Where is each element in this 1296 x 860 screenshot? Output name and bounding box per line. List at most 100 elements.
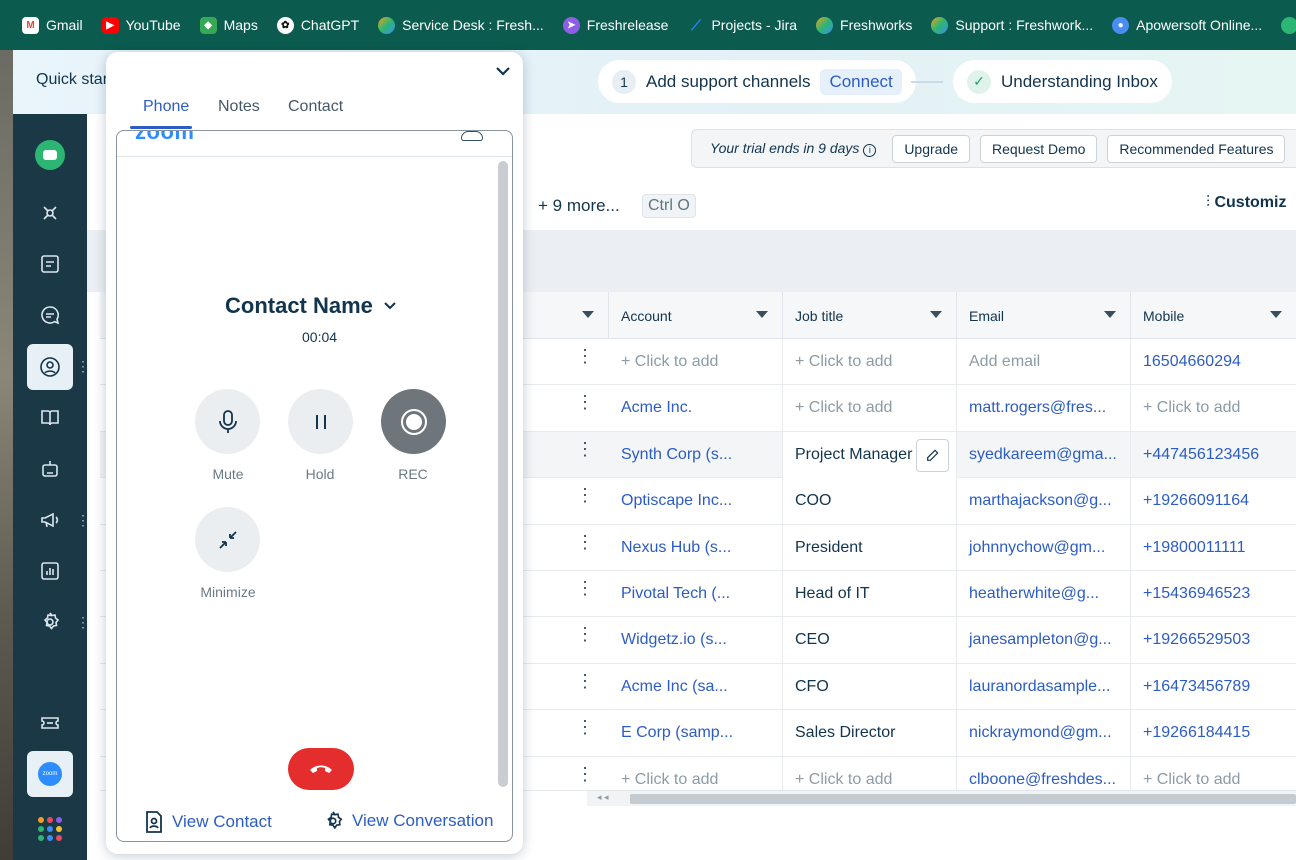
cell-account[interactable]: + Click to add [609, 756, 783, 790]
cell-job-title[interactable]: + Click to add [783, 756, 957, 790]
bookmark-overflow[interactable] [1281, 16, 1296, 34]
edit-pencil-icon[interactable] [916, 438, 949, 472]
cell-email[interactable]: janesampleton@g... [957, 617, 1131, 664]
cell-email[interactable]: johnnychow@gm... [957, 524, 1131, 571]
cell-job-title[interactable]: Head of IT [783, 571, 957, 617]
bookmark-freshworks[interactable]: Freshworks [816, 16, 912, 34]
bookmark-jira[interactable]: ⟋ Projects - Jira [687, 17, 797, 34]
cell-mobile[interactable]: +19266529503 [1131, 617, 1296, 663]
cell-account[interactable]: E Corp (samp... [609, 710, 783, 757]
row-menu-icon[interactable]: ⋮ [576, 625, 594, 643]
row-menu-icon[interactable]: ⋮ [576, 579, 594, 597]
cell-account[interactable]: Nexus Hub (s... [609, 524, 783, 571]
cell-email[interactable]: syedkareem@gma... [957, 431, 1131, 478]
cell-mobile[interactable]: +16473456789 [1131, 664, 1296, 710]
row-menu-icon[interactable]: ⋮ [576, 347, 594, 365]
minimize-button[interactable] [195, 507, 260, 572]
bookmark-chatgpt[interactable]: ✿ ChatGPT [276, 16, 359, 34]
more-options-icon[interactable]: ⋮ [76, 359, 90, 373]
more-options-icon[interactable]: ⋮ [76, 615, 90, 629]
cell-account[interactable]: Optiscape Inc... [609, 478, 783, 525]
column-header-account[interactable]: Account [609, 292, 783, 339]
cell-mobile[interactable]: +15436946523 [1131, 571, 1296, 617]
cell-job-title[interactable]: CFO [783, 663, 957, 710]
scrollbar-thumb[interactable] [630, 794, 1296, 804]
cell-email[interactable]: matt.rogers@fres... [957, 385, 1131, 432]
cell-email[interactable]: nickraymond@gm... [957, 710, 1131, 757]
bookmark-apowersoft[interactable]: ● Apowersoft Online... [1112, 16, 1262, 34]
row-menu-icon[interactable]: ⋮ [576, 393, 594, 411]
cell-job-title[interactable]: President [783, 524, 957, 571]
cell-account[interactable]: Acme Inc. [609, 385, 783, 432]
row-menu-icon[interactable]: ⋮ [576, 486, 594, 504]
sidebar-item-campaigns[interactable] [27, 497, 73, 543]
cell-job-title[interactable]: Sales Director [783, 710, 957, 757]
view-contact-link[interactable]: View Contact [144, 810, 272, 834]
tab-notes[interactable]: Notes [218, 98, 260, 116]
cell-email[interactable]: lauranordasample... [957, 663, 1131, 710]
bookmark-service-desk[interactable]: Service Desk : Fresh... [378, 16, 544, 34]
info-icon[interactable]: i [863, 144, 877, 157]
cell-mobile[interactable]: +447456123456 [1131, 432, 1296, 478]
scroll-left-arrow-icon[interactable]: ◂ ◂ [597, 792, 609, 803]
bookmark-support[interactable]: Support : Freshwork... [931, 16, 1093, 34]
bookmark-freshrelease[interactable]: ➤ Freshrelease [562, 16, 668, 34]
horizontal-scrollbar[interactable]: ◂ ◂ [587, 790, 1296, 806]
cell-job-title[interactable]: + Click to add [783, 339, 957, 385]
column-header-mobile[interactable]: Mobile [1131, 292, 1296, 339]
column-header-job-title[interactable]: Job title [783, 292, 957, 339]
bookmark-youtube[interactable]: ▶ YouTube [101, 16, 181, 34]
tab-phone[interactable]: Phone [143, 98, 189, 116]
upgrade-button[interactable]: Upgrade [892, 134, 971, 163]
onboarding-step-channels[interactable]: 1 Add support channels Connect [598, 60, 916, 103]
cell-job-title[interactable]: CEO [783, 617, 957, 664]
cell-mobile[interactable]: + Click to add [1131, 757, 1296, 790]
cell-email[interactable]: Add email [957, 339, 1131, 385]
cell-account[interactable]: + Click to add [609, 339, 783, 385]
record-button[interactable] [381, 389, 446, 454]
sidebar-item-conversations[interactable] [27, 292, 73, 338]
end-call-button[interactable] [288, 748, 354, 790]
onboarding-step-inbox[interactable]: ✓ Understanding Inbox [953, 60, 1172, 103]
cell-account[interactable]: Pivotal Tech (... [609, 571, 783, 617]
quick-start-label[interactable]: Quick star [36, 71, 108, 89]
mute-button[interactable] [195, 389, 260, 454]
bookmark-maps[interactable]: ◆ Maps [199, 16, 258, 34]
row-menu-icon[interactable]: ⋮ [576, 440, 594, 458]
vertical-scrollbar[interactable] [498, 161, 508, 787]
contact-name-dropdown[interactable]: Contact Name [225, 293, 397, 319]
request-demo-button[interactable]: Request Demo [980, 134, 1098, 163]
collapse-chevron-icon[interactable] [494, 64, 512, 83]
hold-button[interactable] [288, 389, 353, 454]
cell-account[interactable]: Acme Inc (sa... [609, 663, 783, 710]
sidebar-item-dashboard[interactable] [27, 190, 73, 236]
sidebar-item-app-switcher[interactable] [27, 806, 73, 852]
column-header-email[interactable]: Email [957, 292, 1131, 339]
more-views-button[interactable]: + 9 more... [538, 196, 620, 216]
customize-button[interactable]: ⫶ Customiz [1206, 194, 1286, 212]
cell-mobile[interactable]: +19800011111 [1131, 525, 1296, 571]
cell-account[interactable]: Synth Corp (s... [609, 431, 783, 478]
column-header-menu[interactable] [520, 292, 609, 339]
sidebar-item-contacts[interactable] [27, 344, 73, 390]
cell-email[interactable]: heatherwhite@g... [957, 571, 1131, 617]
sidebar-item-knowledge-base[interactable] [27, 395, 73, 441]
cell-email[interactable]: clboone@freshdes... [957, 756, 1131, 790]
cell-mobile[interactable]: +19266184415 [1131, 710, 1296, 756]
headset-icon[interactable] [461, 131, 483, 141]
sidebar-item-analytics[interactable] [27, 548, 73, 594]
row-menu-icon[interactable]: ⋮ [576, 533, 594, 551]
sidebar-item-tickets[interactable] [27, 241, 73, 287]
tab-contact[interactable]: Contact [288, 98, 343, 116]
sidebar-item-settings[interactable] [27, 599, 73, 645]
sidebar-item-bots[interactable] [27, 446, 73, 492]
cell-job-title[interactable]: COO [783, 478, 957, 525]
recommended-features-button[interactable]: Recommended Features [1107, 134, 1286, 163]
cell-job-title[interactable]: + Click to add [783, 385, 957, 432]
cell-email[interactable]: marthajackson@g... [957, 478, 1131, 525]
sidebar-item-zoom-phone[interactable]: zoom [27, 751, 73, 797]
cell-account[interactable]: Widgetz.io (s... [609, 617, 783, 664]
sidebar-item-ticket-view[interactable] [27, 700, 73, 746]
cell-mobile[interactable]: + Click to add [1131, 385, 1296, 431]
app-logo[interactable] [27, 132, 73, 178]
